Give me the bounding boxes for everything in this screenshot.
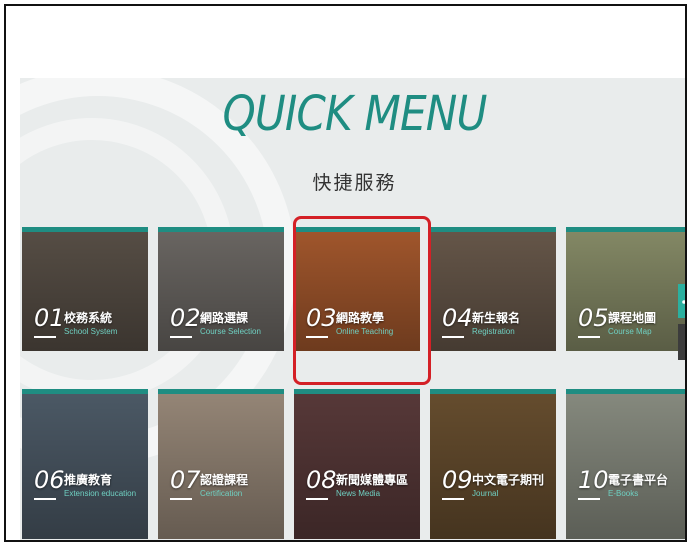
- tile-sublabel: E-Books: [608, 489, 639, 498]
- tile-sublabel: News Media: [336, 489, 381, 498]
- tile-sublabel: Registration: [472, 327, 515, 336]
- tile-label: 中文電子期刊: [472, 473, 545, 487]
- tile-number: 04: [442, 304, 473, 332]
- quick-menu-tile-02[interactable]: 02 網路選課 Course Selection: [158, 227, 284, 351]
- tile-number: 06: [34, 466, 65, 494]
- selection-highlight: [293, 216, 431, 385]
- tile-sublabel: Journal: [472, 489, 499, 498]
- tile-label: 推廣教育: [64, 473, 113, 487]
- tile-underline: [442, 336, 464, 338]
- tile-sublabel: Course Map: [608, 327, 652, 336]
- tile-label: 新聞媒體專區: [336, 473, 409, 487]
- tile-label: 課程地圖: [608, 311, 657, 325]
- quick-menu-tile-10[interactable]: 10 電子書平台 E-Books: [566, 389, 685, 539]
- page-frame: QUICK MENU 快捷服務 01 校務系統 School System 02…: [4, 4, 687, 542]
- tile-label: 新生報名: [472, 311, 521, 325]
- tile-number: 02: [170, 304, 201, 332]
- share-icon: [682, 299, 685, 304]
- quick-menu-tile-05[interactable]: 05 課程地圖 Course Map: [566, 227, 685, 351]
- tile-label: 網路選課: [200, 311, 249, 325]
- tile-sublabel: School System: [64, 327, 118, 336]
- tile-number: 09: [442, 466, 473, 494]
- tile-underline: [170, 336, 192, 338]
- tile-underline: [170, 498, 192, 500]
- tile-number: 05: [578, 304, 609, 332]
- quick-menu-tile-08[interactable]: 08 新聞媒體專區 News Media: [294, 389, 420, 539]
- section-title: QUICK MENU: [222, 86, 487, 142]
- tile-sublabel: Certification: [200, 489, 243, 498]
- quick-menu-tile-04[interactable]: 04 新生報名 Registration: [430, 227, 556, 351]
- tile-underline: [306, 498, 328, 500]
- tile-number: 10: [578, 466, 609, 494]
- tile-number: 01: [34, 304, 65, 332]
- tile-sublabel: Extension education: [64, 489, 137, 498]
- tile-number: 07: [170, 466, 201, 494]
- back-to-top-button[interactable]: ↑: [678, 324, 685, 360]
- tile-underline: [34, 498, 56, 500]
- quick-menu-tile-09[interactable]: 09 中文電子期刊 Journal: [430, 389, 556, 539]
- quick-menu-tile-07[interactable]: 07 認證課程 Certification: [158, 389, 284, 539]
- tile-label: 電子書平台: [608, 473, 669, 487]
- share-button[interactable]: [678, 284, 685, 318]
- tile-label: 認證課程: [200, 473, 249, 487]
- tile-underline: [578, 498, 600, 500]
- quick-menu-tile-06[interactable]: 06 推廣教育 Extension education: [22, 389, 148, 539]
- tile-sublabel: Course Selection: [200, 327, 261, 336]
- tile-underline: [34, 336, 56, 338]
- tile-underline: [578, 336, 600, 338]
- tile-number: 08: [306, 466, 337, 494]
- quick-menu-tile-01[interactable]: 01 校務系統 School System: [22, 227, 148, 351]
- tile-underline: [442, 498, 464, 500]
- section-subtitle: 快捷服務: [312, 173, 397, 194]
- tile-label: 校務系統: [64, 311, 113, 325]
